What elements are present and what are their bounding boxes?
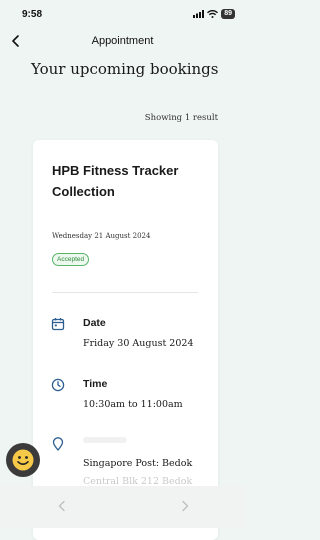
date-value: Friday 30 August 2024 bbox=[83, 338, 194, 349]
nav-bar: Appointment bbox=[0, 30, 245, 52]
nav-title: Appointment bbox=[91, 35, 154, 47]
booking-title: HPB Fitness Tracker Collection bbox=[52, 163, 179, 199]
status-badge: Accepted bbox=[52, 253, 90, 266]
time-label: Time bbox=[83, 378, 108, 390]
calendar-icon bbox=[51, 318, 65, 331]
chevron-left-icon[interactable] bbox=[56, 500, 68, 512]
booking-card[interactable]: HPB Fitness Tracker Collection Wednesday… bbox=[33, 140, 218, 540]
wifi-icon bbox=[207, 10, 219, 18]
status-bar: 9:58 89 bbox=[0, 0, 245, 30]
smiley-icon bbox=[12, 449, 34, 471]
result-count: Showing 1 result bbox=[144, 113, 218, 123]
location-label-placeholder bbox=[83, 437, 127, 443]
assistant-chat-button[interactable] bbox=[6, 443, 40, 477]
page-title: Your upcoming bookings bbox=[31, 60, 219, 78]
bottom-navigation-bar bbox=[0, 486, 245, 528]
status-icons: 89 bbox=[193, 9, 235, 19]
location-value: Singapore Post: Bedok bbox=[83, 458, 193, 469]
status-time: 9:58 bbox=[22, 9, 43, 20]
battery-indicator: 89 bbox=[221, 9, 235, 19]
booked-date: Wednesday 21 August 2024 bbox=[52, 232, 151, 240]
time-value: 10:30am to 11:00am bbox=[83, 399, 183, 410]
clock-icon bbox=[51, 378, 65, 392]
location-pin-icon bbox=[52, 437, 64, 451]
chevron-right-icon[interactable] bbox=[179, 500, 191, 512]
date-label: Date bbox=[83, 317, 106, 329]
signal-icon bbox=[193, 10, 205, 18]
divider bbox=[52, 292, 198, 293]
